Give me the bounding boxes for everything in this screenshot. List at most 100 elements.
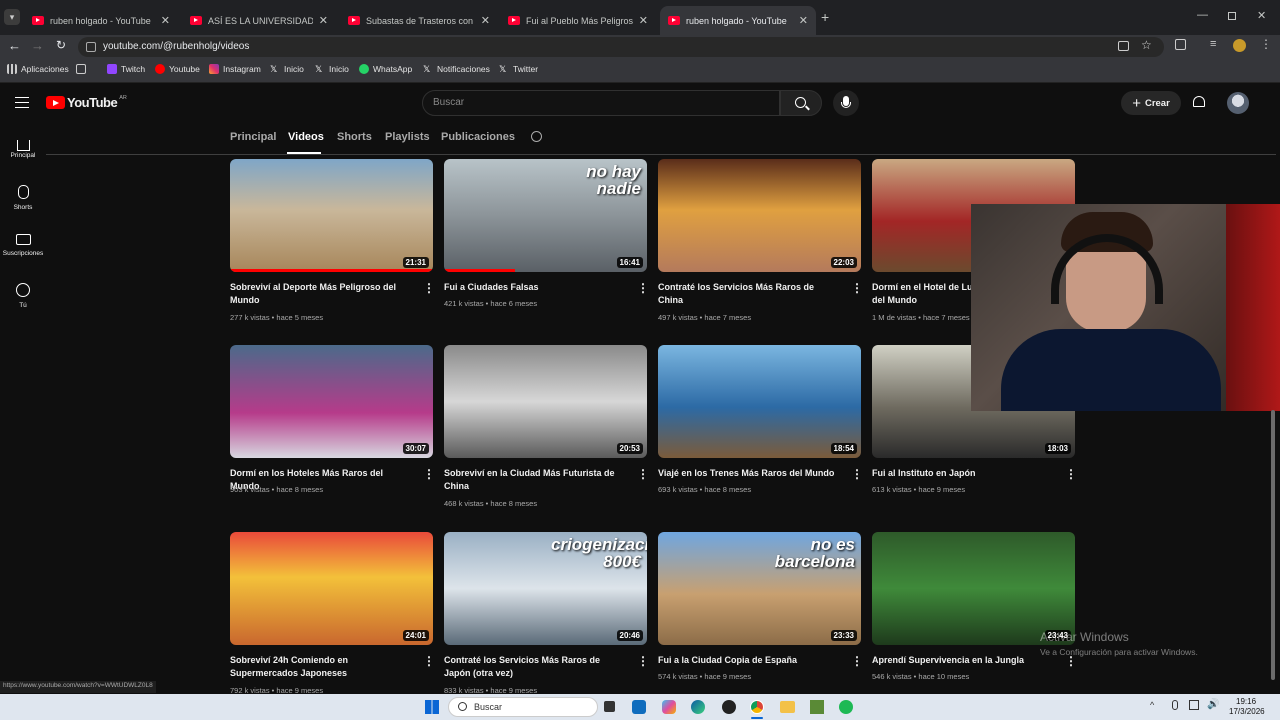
taskbar-date[interactable]: 17/3/2026 (1229, 707, 1265, 716)
video-thumbnail[interactable]: no hay nadie 16:41 (444, 159, 647, 272)
sidebar-item-suscripciones[interactable]: Suscripciones (0, 234, 46, 257)
close-tab-icon[interactable]: ✕ (319, 14, 328, 27)
bookmark-grid[interactable] (76, 64, 90, 74)
new-tab-icon[interactable]: + (821, 9, 829, 25)
browser-tab[interactable]: Subastas de Trasteros con YouTubers ✕ (340, 6, 498, 35)
video-thumbnail[interactable]: 23:43 (872, 532, 1075, 645)
network-icon[interactable] (1189, 700, 1199, 710)
video-more-options-icon[interactable]: ⋮ (637, 281, 649, 295)
close-tab-icon[interactable]: ✕ (639, 14, 648, 27)
video-thumbnail[interactable]: 30:07 (230, 345, 433, 458)
minimize-icon[interactable]: — (1197, 9, 1208, 21)
bookmark-inicio-2[interactable]: 𝕏 Inicio (315, 64, 349, 74)
close-window-icon[interactable]: ✕ (1257, 9, 1266, 22)
browser-menu-icon[interactable]: ⋮ (1260, 37, 1272, 51)
browser-tab[interactable]: Fui al Pueblo Más Peligroso del Mundo ✕ (500, 6, 656, 35)
video-title[interactable]: Viajé en los Trenes Más Raros del Mundo (658, 467, 838, 480)
bookmark-whatsapp[interactable]: WhatsApp (359, 64, 412, 74)
video-more-options-icon[interactable]: ⋮ (637, 654, 649, 668)
video-more-options-icon[interactable]: ⋮ (851, 281, 863, 295)
video-more-options-icon[interactable]: ⋮ (851, 467, 863, 481)
video-title[interactable]: Aprendí Supervivencia en la Jungla (872, 654, 1052, 667)
close-tab-icon[interactable]: ✕ (481, 14, 490, 27)
bookmark-notificaciones[interactable]: 𝕏 Notificaciones (423, 64, 490, 74)
forward-icon[interactable]: → (31, 38, 44, 53)
extensions-icon[interactable] (1175, 39, 1186, 50)
url-text[interactable]: youtube.com/@rubenholg/videos (103, 41, 249, 52)
reload-icon[interactable]: ↻ (56, 38, 66, 52)
browser-tab-active[interactable]: ruben holgado - YouTube ✕ (660, 6, 816, 35)
bookmark-twitch[interactable]: Twitch (107, 64, 145, 74)
address-bar[interactable]: youtube.com/@rubenholg/videos ☆ (78, 37, 1164, 57)
tab-playlists[interactable]: Playlists (385, 131, 430, 143)
minecraft-icon[interactable] (810, 700, 824, 714)
taskbar-time[interactable]: 19:16 (1236, 697, 1256, 706)
tab-videos[interactable]: Videos (288, 131, 324, 143)
sidebar-item-shorts[interactable]: Shorts (0, 185, 46, 211)
microphone-tray-icon[interactable] (1172, 700, 1178, 710)
taskbar-search-box[interactable]: Buscar (448, 697, 598, 717)
browser-tab[interactable]: ruben holgado - YouTube ✕ (24, 6, 178, 35)
copilot-icon[interactable] (662, 700, 676, 714)
chrome-icon[interactable] (750, 700, 764, 714)
close-tab-icon[interactable]: ✕ (161, 14, 170, 27)
install-app-icon[interactable] (1118, 41, 1129, 51)
video-title[interactable]: Sobreviví al Deporte Más Peligroso del M… (230, 281, 410, 307)
tray-chevron-icon[interactable]: ^ (1150, 700, 1154, 710)
video-thumbnail[interactable]: criogenización 800€ 20:46 (444, 532, 647, 645)
video-title[interactable]: Sobreviví 24h Comiendo en Supermercados … (230, 654, 410, 680)
site-info-icon[interactable] (86, 42, 96, 52)
file-explorer-icon[interactable] (780, 701, 795, 713)
video-title[interactable]: Fui a la Ciudad Copia de España (658, 654, 838, 667)
youtube-logo[interactable]: YouTube AR (46, 95, 127, 110)
avatar[interactable] (1227, 92, 1249, 114)
bookmark-instagram[interactable]: Instagram (209, 64, 261, 74)
tab-shorts[interactable]: Shorts (337, 131, 372, 143)
video-thumbnail[interactable]: 24:01 (230, 532, 433, 645)
video-more-options-icon[interactable]: ⋮ (851, 654, 863, 668)
video-thumbnail[interactable]: 22:03 (658, 159, 861, 272)
profile-icon[interactable] (1233, 39, 1246, 52)
tab-principal[interactable]: Principal (230, 131, 276, 143)
notifications-bell-icon[interactable] (1193, 96, 1205, 107)
task-view-icon[interactable] (604, 701, 615, 712)
bookmark-twitter[interactable]: 𝕏 Twitter (499, 64, 538, 74)
bookmark-apps[interactable]: Aplicaciones (7, 64, 69, 74)
video-thumbnail[interactable]: 21:31 (230, 159, 433, 272)
create-button[interactable]: + Crear (1121, 91, 1181, 115)
reading-list-icon[interactable]: ≡ (1210, 38, 1216, 50)
tab-search-button[interactable]: ▾ (4, 9, 20, 25)
search-button[interactable] (780, 90, 822, 116)
outlook-icon[interactable] (632, 700, 646, 714)
video-thumbnail[interactable]: no es barcelona 23:33 (658, 532, 861, 645)
obs-icon[interactable] (722, 700, 736, 714)
hamburger-menu-icon[interactable] (15, 97, 29, 108)
video-title[interactable]: Sobreviví en la Ciudad Más Futurista de … (444, 467, 624, 493)
video-thumbnail[interactable]: 20:53 (444, 345, 647, 458)
windows-start-icon[interactable] (425, 700, 439, 714)
video-title[interactable]: Fui al Instituto en Japón (872, 467, 1052, 480)
sidebar-item-tu[interactable]: Tú (0, 283, 46, 309)
channel-search-icon[interactable] (531, 131, 542, 142)
scrollbar[interactable] (1271, 410, 1275, 680)
video-more-options-icon[interactable]: ⋮ (423, 281, 435, 295)
volume-icon[interactable]: 🔊 (1207, 699, 1219, 710)
video-more-options-icon[interactable]: ⋮ (423, 654, 435, 668)
video-more-options-icon[interactable]: ⋮ (423, 467, 435, 481)
edge-icon[interactable] (691, 700, 705, 714)
video-more-options-icon[interactable]: ⋮ (1065, 467, 1077, 481)
restore-icon[interactable] (1228, 12, 1236, 20)
tab-publicaciones[interactable]: Publicaciones (441, 131, 515, 143)
sidebar-item-principal[interactable]: Principal (0, 136, 46, 159)
browser-tab[interactable]: ASÍ ES LA UNIVERSIDAD DEL FUTURO ✕ (182, 6, 336, 35)
video-more-options-icon[interactable]: ⋮ (637, 467, 649, 481)
video-title[interactable]: Contraté los Servicios Más Raros de Japó… (444, 654, 624, 680)
spotify-icon[interactable] (839, 700, 853, 714)
video-title[interactable]: Contraté los Servicios Más Raros de Chin… (658, 281, 838, 307)
close-tab-icon[interactable]: ✕ (799, 14, 808, 27)
search-box[interactable]: Buscar (422, 90, 780, 116)
bookmark-star-icon[interactable]: ☆ (1141, 38, 1152, 52)
bookmark-youtube[interactable]: Youtube (155, 64, 200, 74)
video-thumbnail[interactable]: 18:54 (658, 345, 861, 458)
voice-search-button[interactable] (833, 90, 859, 116)
